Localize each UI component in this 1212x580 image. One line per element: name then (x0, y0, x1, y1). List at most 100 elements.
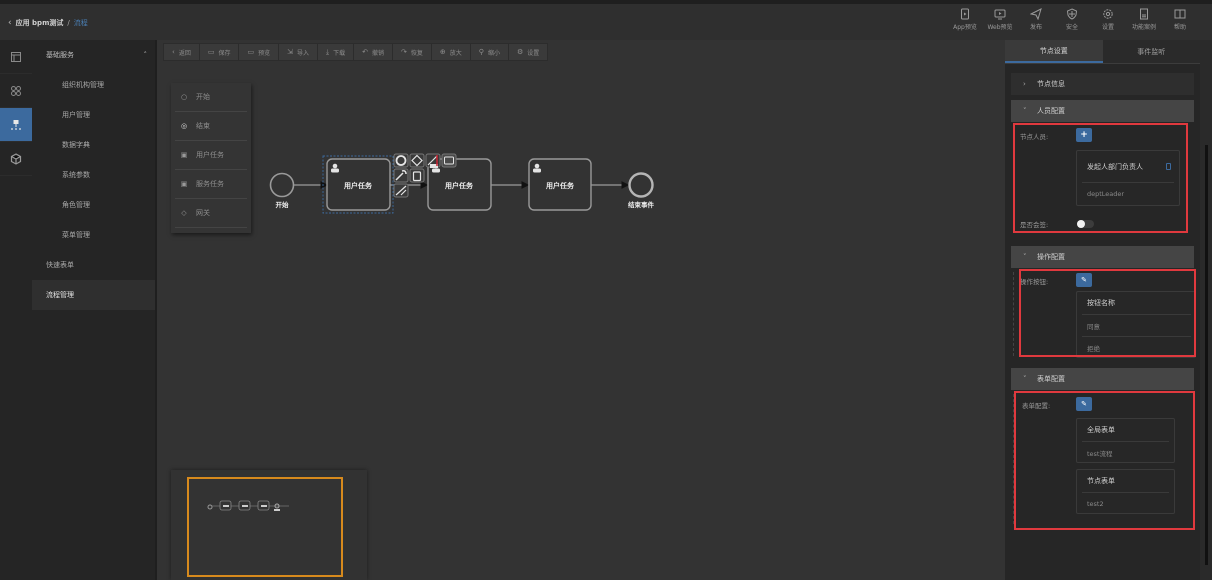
app-preview-label: App预览 (953, 24, 977, 31)
preview-icon: ▭ (247, 48, 255, 56)
form-card-title: 全局表单 (1087, 426, 1115, 434)
rail-item-flow[interactable] (0, 108, 32, 142)
rail-item-cube[interactable] (0, 142, 32, 176)
start-label: 开始 (276, 200, 290, 209)
grid-icon (11, 85, 21, 96)
layout-icon (11, 51, 21, 62)
end-event (628, 172, 654, 198)
menu-item-process-mgmt[interactable]: 流程管理 (32, 280, 157, 310)
palette-end-event[interactable]: ◎ 结束 (175, 112, 247, 141)
operation-buttons-label: 操作按钮: (1020, 278, 1049, 286)
breadcrumb-app[interactable]: 应用 bpm测试 (16, 18, 64, 28)
palette-service-task[interactable]: ▣ 服务任务 (175, 170, 247, 199)
minimap-viewport[interactable] (187, 477, 343, 577)
node-people-label: 节点人员: (1020, 133, 1049, 141)
tab-event-listeners[interactable]: 事件监听 (1102, 40, 1200, 63)
publish-button[interactable]: 发布 (1018, 8, 1054, 31)
palette-gateway[interactable]: ◇ 网关 (175, 199, 247, 228)
download-button[interactable]: ⤓ 下载 (318, 44, 355, 60)
security-button[interactable]: 安全 (1054, 8, 1090, 31)
scrollbar-thumb[interactable] (1205, 145, 1208, 565)
side-menu: 基础服务 ˄ 组织机构管理 用户管理 数据字典 系统参数 角色管理 菜单管理 快… (32, 40, 157, 580)
settings-label: 设置 (1101, 24, 1114, 31)
icon-rail (0, 40, 32, 580)
properties-scrollbar[interactable] (1200, 40, 1212, 580)
form-config-label: 表单配置: (1022, 402, 1051, 410)
palette-label: 用户任务 (196, 151, 224, 159)
form-card-value: test流程 (1087, 449, 1113, 458)
start-event-icon: ○ (180, 93, 188, 101)
zoom-in-label: 放大 (449, 49, 462, 57)
import-button[interactable]: ⇲ 导入 (279, 44, 318, 60)
person-card: 发起人部门负责人 deptLeader (1076, 150, 1180, 206)
bpmn-canvas[interactable]: 用户任务 用户任务 用户任务 开始 结束事件 ‹ 返回 ▭ 保存 ▭ 预览 ⇲ 导入 ⤓… (157, 40, 1005, 580)
person-card-title: 发起人部门负责人 (1087, 162, 1143, 171)
end-event-icon: ◎ (180, 122, 188, 130)
copy-icon[interactable] (1166, 163, 1171, 170)
examples-button[interactable]: 功能案例 (1126, 8, 1162, 31)
menu-item-quick-form[interactable]: 快速表单 (32, 250, 157, 280)
back-button[interactable]: ‹ 返回 (164, 44, 200, 60)
save-icon: ▭ (207, 48, 215, 56)
publish-label: 发布 (1029, 24, 1042, 31)
section-people-config[interactable]: ˅ 人员配置 (1011, 100, 1194, 122)
person-card-value: deptLeader (1087, 190, 1125, 198)
table-row[interactable]: 同意 (1077, 315, 1196, 336)
menu-item-org[interactable]: 组织机构管理 (32, 70, 157, 100)
menu-item-sys-params[interactable]: 系统参数 (32, 160, 157, 190)
menu-item-roles[interactable]: 角色管理 (32, 190, 157, 220)
save-button[interactable]: ▭ 保存 (200, 44, 240, 60)
canvas-settings-button[interactable]: ⚙ 设置 (509, 44, 547, 60)
chevron-left-icon[interactable]: ‹ (8, 18, 12, 27)
undo-icon: ↶ (362, 48, 368, 56)
palette-start-event[interactable]: ○ 开始 (175, 83, 247, 112)
rail-item-layout[interactable] (0, 40, 32, 74)
rail-item-grid[interactable] (0, 74, 32, 108)
tab-node-settings[interactable]: 节点设置 (1005, 40, 1103, 63)
section-title: 节点信息 (1037, 80, 1065, 88)
section-operation-config[interactable]: ˅ 操作配置 (1011, 246, 1194, 268)
form-card: 全局表单 test流程 (1076, 418, 1175, 463)
service-task-icon: ▣ (180, 180, 188, 188)
top-header: ‹ 应用 bpm测试 / 流程 App预览 Web预览 发布 安全 设置 功能案… (0, 0, 1212, 40)
edit-icon[interactable]: ✎ (1076, 397, 1092, 411)
palette-user-task[interactable]: ▣ 用户任务 (175, 141, 247, 170)
preview-button[interactable]: ▭ 预览 (239, 44, 280, 60)
zoom-in-button[interactable]: ⊕ 放大 (432, 44, 471, 60)
breadcrumb-separator: / (67, 19, 70, 27)
palette-label: 开始 (196, 93, 210, 101)
web-preview-button[interactable]: Web预览 (982, 8, 1018, 31)
countersign-toggle[interactable] (1077, 220, 1094, 228)
settings-button[interactable]: 设置 (1090, 8, 1126, 31)
element-palette: ○ 开始 ◎ 结束 ▣ 用户任务 ▣ 服务任务 ◇ 网关 (171, 83, 251, 233)
chevron-right-icon: › (1023, 80, 1026, 88)
menu-group-basic-services[interactable]: 基础服务 ˄ (32, 40, 157, 70)
add-person-button[interactable]: + (1076, 128, 1092, 142)
minimap-preview (207, 500, 289, 511)
gear-icon (1103, 9, 1113, 19)
examples-label: 功能案例 (1131, 24, 1156, 31)
guide-line (1013, 272, 1014, 356)
shield-icon (1066, 8, 1078, 20)
undo-button[interactable]: ↶ 撤销 (354, 44, 394, 60)
help-button[interactable]: 帮助 (1162, 8, 1198, 31)
section-form-config[interactable]: ˅ 表单配置 (1011, 368, 1194, 390)
menu-item-menus[interactable]: 菜单管理 (32, 220, 157, 250)
menu-group-label: 基础服务 (46, 51, 74, 59)
form-card: 节点表单 test2 (1076, 469, 1175, 514)
import-label: 导入 (296, 49, 309, 57)
security-label: 安全 (1065, 24, 1078, 31)
properties-panel: 节点设置 事件监听 › 节点信息 ˅ 人员配置 节点人员: + 发起人部门负责人… (1005, 40, 1200, 580)
section-node-info[interactable]: › 节点信息 (1011, 73, 1194, 95)
edit-icon[interactable]: ✎ (1076, 273, 1092, 287)
document-icon (1140, 8, 1148, 20)
app-preview-button[interactable]: App预览 (948, 8, 982, 31)
menu-item-users[interactable]: 用户管理 (32, 100, 157, 130)
zoom-out-button[interactable]: ⚲ 缩小 (471, 44, 509, 60)
zoom-out-icon: ⚲ (478, 48, 484, 56)
zoom-in-icon: ⊕ (439, 48, 446, 56)
menu-item-dictionary[interactable]: 数据字典 (32, 130, 157, 160)
canvas-settings-label: 设置 (527, 49, 540, 57)
table-row[interactable]: 拒绝 (1077, 337, 1196, 358)
redo-button[interactable]: ↷ 恢复 (393, 44, 432, 60)
